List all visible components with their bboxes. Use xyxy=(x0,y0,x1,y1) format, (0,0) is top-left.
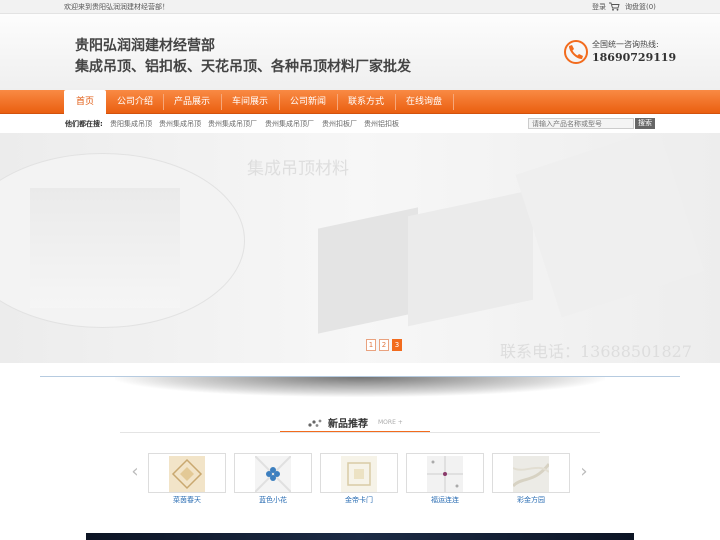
product-thumbnail xyxy=(341,456,377,492)
banner-page-3[interactable]: 3 xyxy=(392,339,402,351)
product-thumbnail xyxy=(513,456,549,492)
banner-room-image xyxy=(30,188,180,308)
hero-banner[interactable]: 集成吊顶材料 联系电话：13688501827 1 2 3 xyxy=(0,133,720,363)
product-thumbnail xyxy=(427,456,463,492)
product-name[interactable]: 金帝卡门 xyxy=(320,495,398,505)
product-name[interactable]: 彩金方园 xyxy=(492,495,570,505)
product-thumbnail xyxy=(255,456,291,492)
company-name: 贵阳弘润润建材经营部 xyxy=(75,38,215,54)
inquiry-basket-link[interactable]: 询盘篮(0) xyxy=(625,2,656,12)
product-card[interactable] xyxy=(406,453,484,493)
welcome-text: 欢迎来到贵阳弘润润建材经营部！ xyxy=(64,3,169,11)
product-card[interactable] xyxy=(148,453,226,493)
search-button[interactable]: 搜索 xyxy=(635,118,655,129)
hot-search-tag[interactable]: 贵州扣板厂 xyxy=(322,119,357,129)
product-name[interactable]: 蓝色小花 xyxy=(234,495,312,505)
banner-title: 集成吊顶材料 xyxy=(247,159,349,179)
cart-icon[interactable] xyxy=(609,2,620,11)
search-input[interactable] xyxy=(528,118,634,129)
chevron-left-icon[interactable]: ‹ xyxy=(128,462,142,482)
product-thumbnail xyxy=(169,456,205,492)
nav-item-home[interactable]: 首页 xyxy=(64,90,106,114)
banner-panel-image xyxy=(408,189,533,327)
chevron-right-icon[interactable]: › xyxy=(577,462,591,482)
banner-page-2[interactable]: 2 xyxy=(379,339,389,351)
hot-search-tag[interactable]: 贵州铝扣板 xyxy=(364,119,399,129)
nav-item-inquiry[interactable]: 在线询盘 xyxy=(398,90,450,114)
banner-phone: 联系电话：13688501827 xyxy=(500,342,692,361)
product-card[interactable] xyxy=(320,453,398,493)
nav-divider xyxy=(337,94,338,110)
product-name[interactable]: 福运连连 xyxy=(406,495,484,505)
product-card[interactable] xyxy=(234,453,312,493)
nav-item-news[interactable]: 公司新闻 xyxy=(282,90,334,114)
hot-search-tag[interactable]: 贵州集成吊顶 xyxy=(159,119,201,129)
login-link[interactable]: 登录 xyxy=(592,2,606,12)
product-card[interactable] xyxy=(492,453,570,493)
nav-item-workshop[interactable]: 车间展示 xyxy=(224,90,276,114)
banner-panel-image xyxy=(515,133,705,318)
hot-search-tag[interactable]: 贵阳集成吊顶 xyxy=(110,119,152,129)
nav-divider xyxy=(453,94,454,110)
nav-item-contact[interactable]: 联系方式 xyxy=(340,90,392,114)
hot-search-tag[interactable]: 贵州集成吊顶厂 xyxy=(265,119,314,129)
shadow-divider xyxy=(115,377,605,397)
nav-item-products[interactable]: 产品展示 xyxy=(166,90,218,114)
main-nav: 首页 公司介绍 产品展示 车间展示 公司新闻 联系方式 在线询盘 xyxy=(0,90,720,114)
hot-search-tag[interactable]: 贵州集成吊顶厂 xyxy=(208,119,257,129)
phone-icon xyxy=(564,40,588,64)
nav-divider xyxy=(395,94,396,110)
nav-divider xyxy=(279,94,280,110)
hot-search-bar: 他们都在搜: 贵阳集成吊顶 贵州集成吊顶 贵州集成吊顶厂 贵州集成吊顶厂 贵州扣… xyxy=(0,115,720,133)
hotline-label: 全国统一咨询热线: xyxy=(592,40,659,49)
section-underline xyxy=(280,431,430,432)
company-tagline: 集成吊顶、铝扣板、天花吊顶、各种吊顶材料厂家批发 xyxy=(75,59,411,75)
hot-search-label: 他们都在搜: xyxy=(65,120,103,128)
product-name[interactable]: 菜茵春天 xyxy=(148,495,226,505)
more-link[interactable]: MORE + xyxy=(378,419,403,426)
nav-item-about[interactable]: 公司介绍 xyxy=(110,90,160,114)
site-header: 贵阳弘润润建材经营部 集成吊顶、铝扣板、天花吊顶、各种吊顶材料厂家批发 全国统一… xyxy=(0,14,720,90)
hotline-number: 18690729119 xyxy=(592,51,677,64)
banner-panel-image xyxy=(318,207,418,334)
banner-page-1[interactable]: 1 xyxy=(366,339,376,351)
dots-icon xyxy=(308,419,322,427)
nav-divider xyxy=(163,94,164,110)
new-products-header: 新品推荐 MORE + xyxy=(280,414,430,434)
section-title: 新品推荐 xyxy=(328,419,368,430)
footer-banner xyxy=(86,533,634,540)
nav-divider xyxy=(221,94,222,110)
top-bar: 欢迎来到贵阳弘润润建材经营部！ 登录 询盘篮(0) xyxy=(0,0,720,14)
